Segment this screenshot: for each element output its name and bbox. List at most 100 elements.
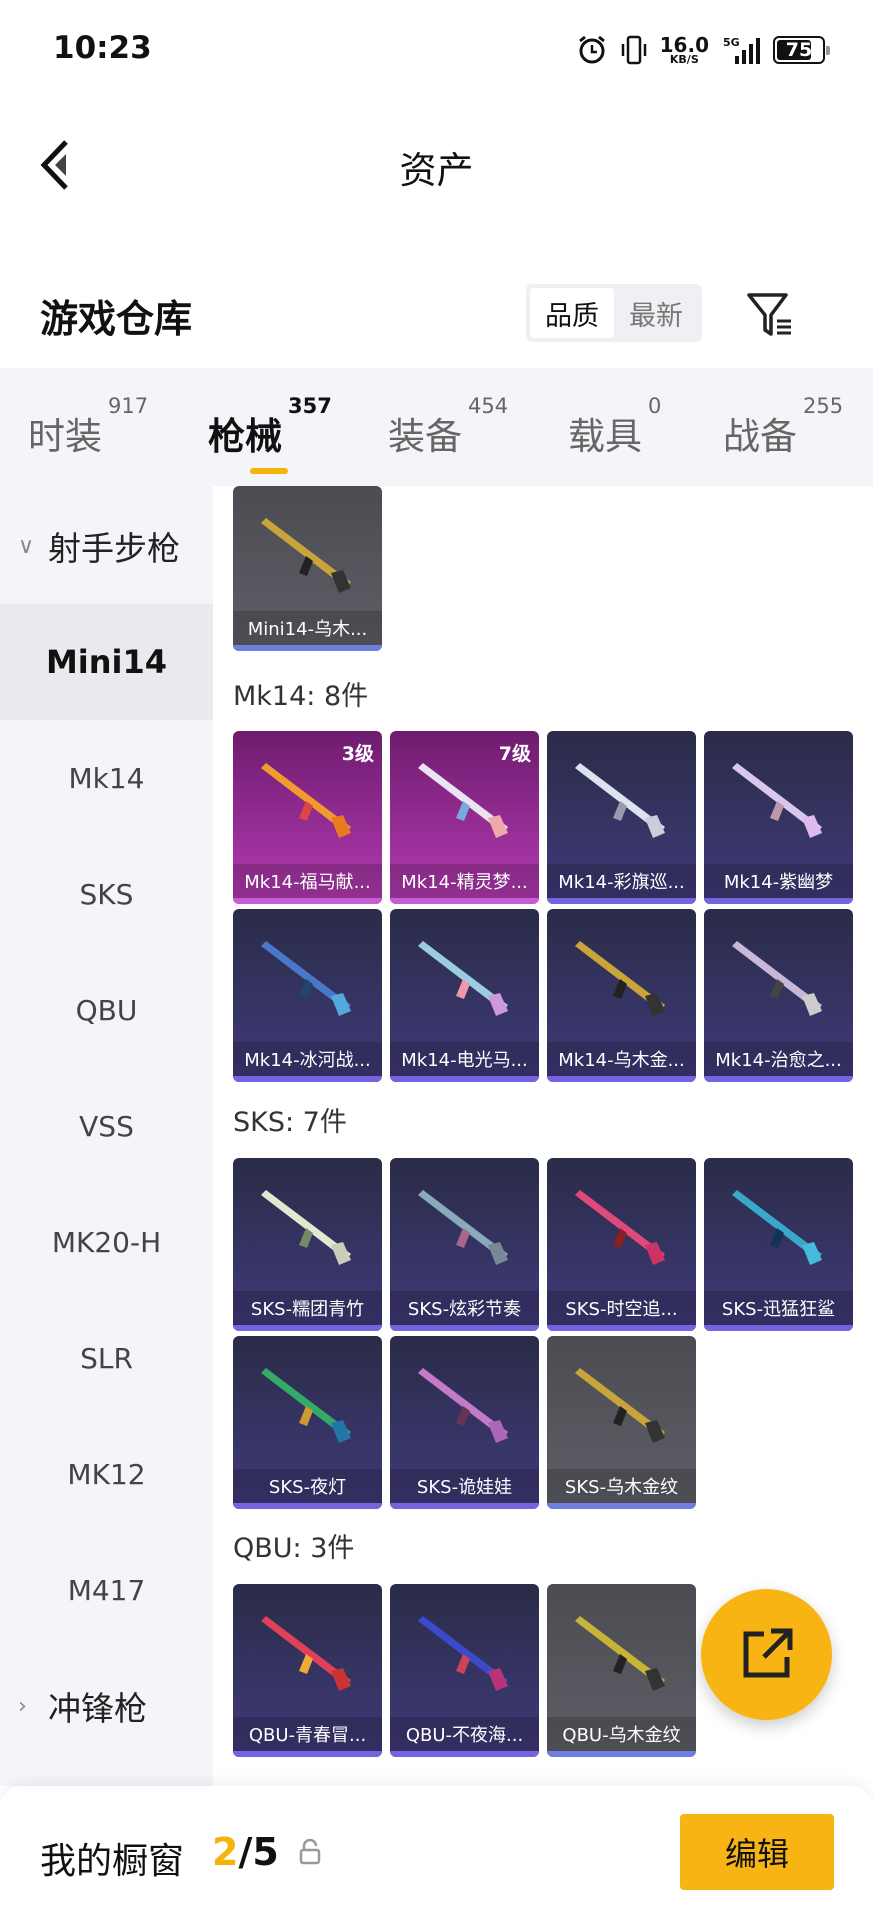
rifle-icon bbox=[575, 1616, 665, 1691]
rifle-icon bbox=[261, 1368, 351, 1443]
rifle-icon bbox=[261, 941, 351, 1016]
weapon-name: SKS-夜灯 bbox=[233, 1469, 382, 1503]
sidebar-item-sks[interactable]: SKS bbox=[0, 836, 213, 952]
sort-segmented-control: 品质 最新 bbox=[526, 284, 702, 342]
weapon-card[interactable]: QBU-乌木金纹 bbox=[547, 1584, 696, 1757]
weapon-card[interactable]: Mk14-治愈之... bbox=[704, 909, 853, 1082]
weapon-name: Mk14-紫幽梦 bbox=[704, 864, 853, 898]
chevron-right-icon: › bbox=[18, 1693, 27, 1719]
weapon-card[interactable]: 3级 Mk14-福马献... bbox=[233, 731, 382, 904]
weapon-name: Mk14-乌木金... bbox=[547, 1042, 696, 1076]
weapon-name: Mk14-冰河战... bbox=[233, 1042, 382, 1076]
sidebar-item-mk12[interactable]: MK12 bbox=[0, 1416, 213, 1532]
status-time: 10:23 bbox=[53, 30, 152, 66]
weapon-name: SKS-迅猛狂鲨 bbox=[704, 1291, 853, 1325]
active-tab-indicator bbox=[250, 468, 288, 474]
tab-firearms[interactable]: 枪械357 bbox=[208, 394, 332, 474]
signal-5g-icon: 5G bbox=[723, 36, 760, 64]
weapon-card[interactable]: 7级 Mk14-精灵梦... bbox=[390, 731, 539, 904]
weapon-card[interactable]: SKS-诡娃娃 bbox=[390, 1336, 539, 1509]
weapon-card[interactable]: Mk14-乌木金... bbox=[547, 909, 696, 1082]
sidebar-category-smg[interactable]: › 冲锋枪 bbox=[0, 1656, 213, 1756]
showcase-count: 2/5 bbox=[212, 1830, 279, 1874]
weapon-name: QBU-青春冒... bbox=[233, 1717, 382, 1751]
sidebar-item-vss[interactable]: VSS bbox=[0, 1068, 213, 1184]
weapon-card[interactable]: SKS-炫彩节奏 bbox=[390, 1158, 539, 1331]
rifle-icon bbox=[418, 1368, 508, 1443]
edit-button[interactable]: 编辑 bbox=[680, 1814, 834, 1890]
network-speed: 16.0 KB/S bbox=[659, 32, 709, 66]
sidebar-item-m417[interactable]: M417 bbox=[0, 1532, 213, 1648]
sort-latest-button[interactable]: 最新 bbox=[614, 288, 698, 338]
weapon-card[interactable]: Mk14-冰河战... bbox=[233, 909, 382, 1082]
warehouse-header: 游戏仓库 品质 最新 bbox=[0, 268, 873, 368]
weapon-name: QBU-乌木金纹 bbox=[547, 1717, 696, 1751]
rifle-icon bbox=[732, 941, 822, 1016]
sidebar-item-mk14[interactable]: Mk14 bbox=[0, 720, 213, 836]
weapon-name: Mk14-福马献... bbox=[233, 864, 382, 898]
battery-icon: 75 bbox=[773, 36, 830, 64]
weapon-name: Mk14-电光马... bbox=[390, 1042, 539, 1076]
sort-quality-button[interactable]: 品质 bbox=[530, 288, 614, 338]
rifle-icon bbox=[418, 1616, 508, 1691]
page-title: 资产 bbox=[399, 149, 474, 192]
rifle-icon bbox=[261, 1190, 351, 1265]
weapon-name: Mk14-精灵梦... bbox=[390, 864, 539, 898]
weapon-name: SKS-炫彩节奏 bbox=[390, 1291, 539, 1325]
rifle-icon bbox=[732, 1190, 822, 1265]
rifle-icon bbox=[575, 941, 665, 1016]
lock-icon bbox=[299, 1838, 321, 1865]
rifle-icon bbox=[575, 763, 665, 838]
warehouse-title: 游戏仓库 bbox=[40, 297, 193, 341]
weapon-card[interactable]: SKS-夜灯 bbox=[233, 1336, 382, 1509]
weapon-name: SKS-糯团青竹 bbox=[233, 1291, 382, 1325]
weapon-card[interactable]: QBU-青春冒... bbox=[233, 1584, 382, 1757]
rifle-icon bbox=[261, 518, 351, 593]
section-header-mk14: Mk14: 8件 bbox=[233, 681, 369, 712]
sidebar-item-slr[interactable]: SLR bbox=[0, 1300, 213, 1416]
tab-fashion[interactable]: 时装917 bbox=[28, 394, 148, 460]
sidebar-item-qbu[interactable]: QBU bbox=[0, 952, 213, 1068]
rifle-icon bbox=[418, 763, 508, 838]
weapon-card[interactable]: Mini14-乌木... bbox=[233, 486, 382, 651]
rifle-icon bbox=[418, 1190, 508, 1265]
status-icons: 16.0 KB/S 5G 75 bbox=[576, 32, 830, 66]
rifle-icon bbox=[418, 941, 508, 1016]
weapon-sidebar: ∨ 射手步枪 Mini14 Mk14 SKS QBU VSS MK20-H SLR… bbox=[0, 486, 213, 1786]
filter-icon[interactable] bbox=[746, 290, 796, 340]
rifle-icon bbox=[261, 763, 351, 838]
weapon-name: SKS-时空追... bbox=[547, 1291, 696, 1325]
tab-gear[interactable]: 战备255 bbox=[723, 394, 843, 460]
weapon-name: Mk14-彩旗巡... bbox=[547, 864, 696, 898]
chevron-down-icon: ∨ bbox=[18, 533, 35, 559]
rifle-icon bbox=[732, 763, 822, 838]
weapon-card[interactable]: Mk14-电光马... bbox=[390, 909, 539, 1082]
weapon-card[interactable]: SKS-迅猛狂鲨 bbox=[704, 1158, 853, 1331]
showcase-bar: 我的橱窗 2/5 编辑 bbox=[0, 1786, 873, 1920]
sidebar-item-mk20h[interactable]: MK20-H bbox=[0, 1184, 213, 1300]
share-icon bbox=[743, 1628, 793, 1678]
sidebar-item-mini14[interactable]: Mini14 bbox=[0, 604, 213, 720]
weapon-name: Mk14-治愈之... bbox=[704, 1042, 853, 1076]
alarm-icon bbox=[578, 35, 605, 64]
weapon-card[interactable]: QBU-不夜海... bbox=[390, 1584, 539, 1757]
showcase-label: 我的橱窗 bbox=[40, 1841, 185, 1882]
weapon-card[interactable]: SKS-时空追... bbox=[547, 1158, 696, 1331]
vibrate-icon bbox=[621, 35, 646, 65]
tab-vehicles[interactable]: 载具0 bbox=[568, 394, 661, 460]
section-header-qbu: QBU: 3件 bbox=[233, 1533, 355, 1564]
rifle-icon bbox=[261, 1616, 351, 1691]
rifle-icon bbox=[575, 1190, 665, 1265]
share-fab-button[interactable] bbox=[701, 1589, 832, 1720]
section-header-sks: SKS: 7件 bbox=[233, 1107, 347, 1138]
category-tabs: 时装917 枪械357 装备454 载具0 战备255 bbox=[0, 368, 873, 486]
weapon-name: Mini14-乌木... bbox=[233, 611, 382, 645]
weapon-card[interactable]: Mk14-彩旗巡... bbox=[547, 731, 696, 904]
weapon-card[interactable]: SKS-糯团青竹 bbox=[233, 1158, 382, 1331]
tab-equipment[interactable]: 装备454 bbox=[388, 394, 508, 460]
weapon-name: SKS-诡娃娃 bbox=[390, 1469, 539, 1503]
sidebar-category-marksman[interactable]: ∨ 射手步枪 bbox=[0, 496, 213, 596]
weapon-card[interactable]: SKS-乌木金纹 bbox=[547, 1336, 696, 1509]
weapon-name: QBU-不夜海... bbox=[390, 1717, 539, 1751]
weapon-card[interactable]: Mk14-紫幽梦 bbox=[704, 731, 853, 904]
